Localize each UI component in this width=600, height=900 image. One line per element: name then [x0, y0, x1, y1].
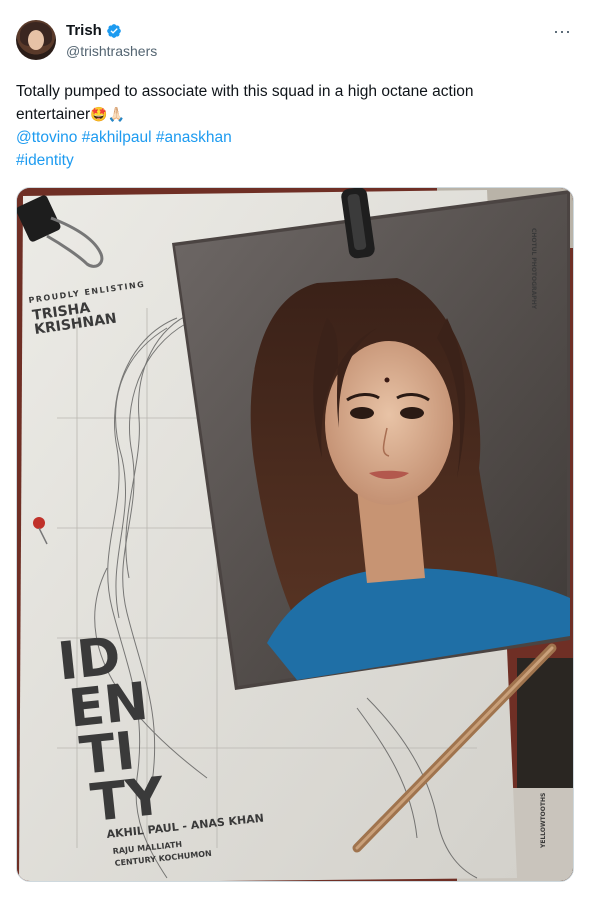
- poster-image[interactable]: CHOTUL PHOTOGRAPHY PROUDLY ENLISTING TRI…: [16, 187, 574, 882]
- tweet-text-line-2-text: entertainer: [16, 106, 91, 123]
- hashtag-akhilpaul[interactable]: #akhilpaul: [82, 129, 152, 146]
- hashtag-identity[interactable]: #identity: [16, 152, 74, 169]
- more-options-icon[interactable]: ⋯: [553, 22, 572, 43]
- portrait-photo: [172, 190, 570, 690]
- author-name-row: Trish: [66, 22, 122, 39]
- hashtag-anaskhan[interactable]: #anaskhan: [156, 129, 232, 146]
- mention-ttovino[interactable]: @ttovino: [16, 129, 77, 146]
- mentions-line: @ttovino #akhilpaul #anaskhan: [16, 126, 576, 149]
- avatar[interactable]: [16, 20, 56, 60]
- poster-svg: CHOTUL PHOTOGRAPHY PROUDLY ENLISTING TRI…: [17, 188, 573, 881]
- photo-credit: CHOTUL PHOTOGRAPHY: [530, 228, 537, 310]
- tweet-text-line-2: entertainer🤩🙏🏻: [16, 103, 576, 126]
- avatar-face: [28, 30, 44, 50]
- pushpin-icon: [33, 517, 45, 529]
- hashtag-line: #identity: [16, 149, 576, 172]
- display-name[interactable]: Trish: [66, 22, 102, 39]
- user-handle[interactable]: @trishtrashers: [66, 43, 157, 59]
- side-credit: YELLOWTOOTHS: [540, 793, 547, 849]
- tweet-card: Trish @trishtrashers ⋯ Totally pumped to…: [0, 0, 600, 900]
- tweet-text: Totally pumped to associate with this sq…: [16, 80, 576, 172]
- verified-badge-icon: [107, 23, 121, 38]
- emoji-star-struck-praying-hands: 🤩🙏🏻: [90, 106, 125, 122]
- tweet-text-line-1: Totally pumped to associate with this sq…: [16, 83, 474, 100]
